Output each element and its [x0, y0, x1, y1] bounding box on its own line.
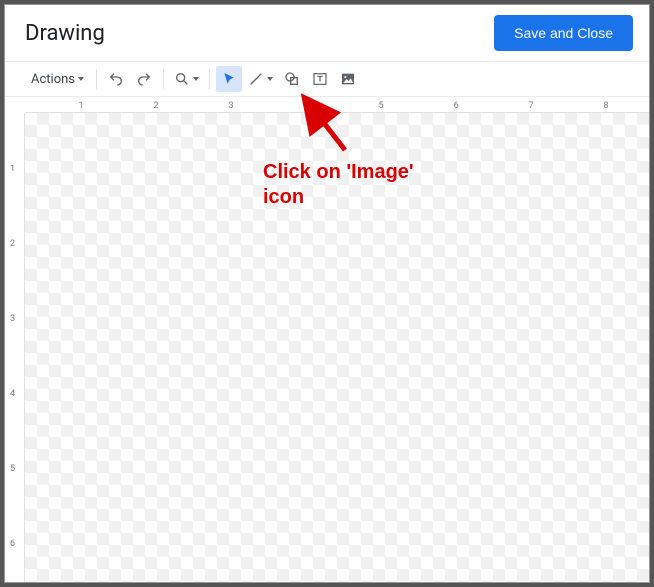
dialog-header: Drawing Save and Close: [5, 5, 649, 61]
separator: [96, 69, 97, 89]
ruler-tick: 6: [10, 539, 15, 549]
shape-icon: [284, 71, 300, 87]
line-tool-button[interactable]: [244, 66, 277, 92]
drawing-canvas[interactable]: [25, 113, 649, 582]
ruler-tick: 3: [228, 101, 233, 111]
image-button[interactable]: [335, 66, 361, 92]
ruler-tick: 2: [153, 101, 158, 111]
actions-menu-button[interactable]: Actions: [25, 66, 90, 92]
zoom-button[interactable]: [170, 66, 203, 92]
save-and-close-button[interactable]: Save and Close: [494, 15, 633, 51]
chevron-down-icon: [193, 77, 199, 81]
toolbar: Actions: [5, 61, 649, 97]
ruler-tick: 7: [528, 101, 533, 111]
ruler-tick: 2: [10, 239, 15, 249]
line-icon: [248, 71, 264, 87]
drawing-dialog: Drawing Save and Close Actions: [4, 4, 650, 583]
chevron-down-icon: [267, 77, 273, 81]
ruler-tick: 4: [303, 101, 308, 111]
ruler-tick: 5: [10, 464, 15, 474]
text-box-icon: [312, 71, 328, 87]
ruler-tick: 8: [603, 101, 608, 111]
zoom-icon: [174, 71, 190, 87]
ruler-tick: 1: [78, 101, 83, 111]
chevron-down-icon: [78, 77, 84, 81]
select-arrow-icon: [221, 71, 237, 87]
ruler-tick: 5: [378, 101, 383, 111]
ruler-tick: 1: [10, 164, 15, 174]
shape-tool-button[interactable]: [279, 66, 305, 92]
undo-button[interactable]: [103, 66, 129, 92]
ruler-tick: 6: [453, 101, 458, 111]
vertical-ruler: 1 2 3 4 5 6: [5, 113, 25, 582]
ruler-tick: 4: [10, 389, 15, 399]
dialog-title: Drawing: [25, 21, 105, 46]
redo-icon: [136, 71, 152, 87]
separator: [163, 69, 164, 89]
workspace: 1 2 3 4 5 6 7 8 1 2 3 4 5 6: [5, 97, 649, 582]
horizontal-ruler: 1 2 3 4 5 6 7 8: [25, 97, 649, 113]
actions-label: Actions: [31, 72, 75, 87]
redo-button[interactable]: [131, 66, 157, 92]
image-icon: [340, 71, 356, 87]
ruler-tick: 3: [10, 314, 15, 324]
undo-icon: [108, 71, 124, 87]
text-box-button[interactable]: [307, 66, 333, 92]
separator: [209, 69, 210, 89]
select-tool-button[interactable]: [216, 66, 242, 92]
